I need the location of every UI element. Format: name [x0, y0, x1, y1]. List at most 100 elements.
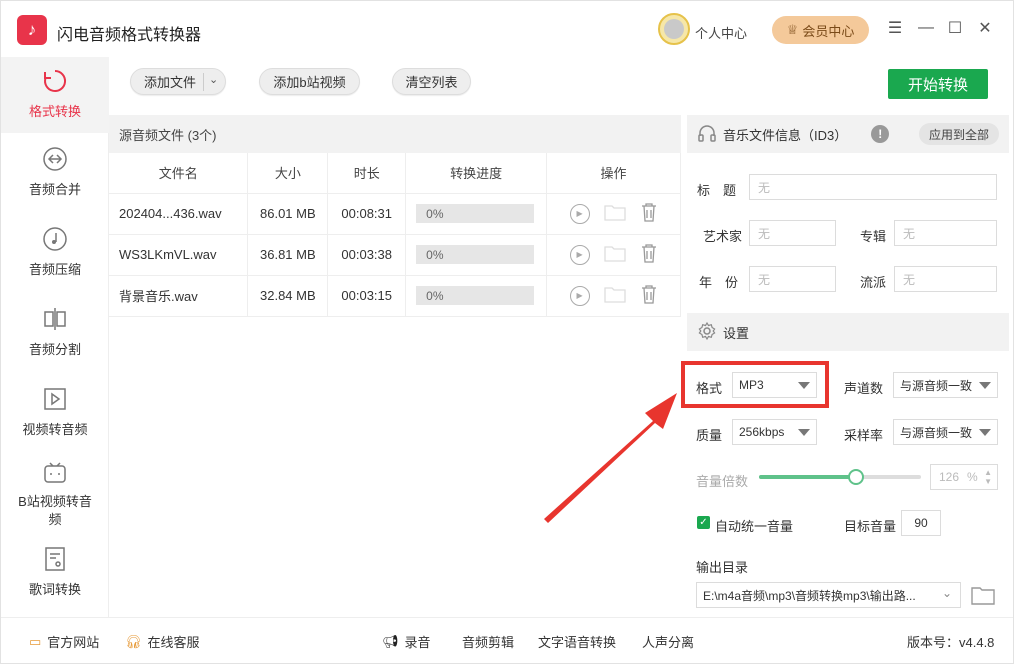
user-center-link[interactable]: 个人中心: [695, 23, 747, 42]
progress-bar: 0%: [416, 245, 535, 264]
menu-icon[interactable]: ☰: [886, 19, 904, 37]
app-title: 闪电音频格式转换器: [57, 27, 202, 44]
annotation-arrow-icon: [544, 393, 677, 523]
album-input[interactable]: 无: [894, 220, 997, 246]
close-icon[interactable]: ✕: [976, 19, 994, 37]
folder-icon[interactable]: [603, 203, 626, 224]
tts-link[interactable]: 文字语音转换: [538, 632, 616, 651]
genre-input[interactable]: 无: [894, 266, 997, 292]
sidebar-item-merge[interactable]: 音频合并: [1, 145, 109, 205]
folder-icon[interactable]: [603, 244, 626, 265]
app-logo-icon: ♪: [17, 15, 47, 45]
sidebar-item-split[interactable]: 音频分割: [1, 305, 109, 365]
file-duration: 00:03:38: [327, 234, 407, 276]
file-size: 36.81 MB: [247, 234, 329, 276]
vip-center-button[interactable]: ♕ 会员中心: [772, 16, 869, 44]
trash-icon[interactable]: [640, 284, 658, 307]
chevron-down-icon[interactable]: ⌄: [209, 73, 218, 86]
table-row[interactable]: 202404...436.wav 86.01 MB 00:08:31 0% ▶: [109, 193, 681, 235]
progress-text: 0%: [426, 288, 444, 303]
folder-open-icon[interactable]: [971, 584, 995, 609]
clear-list-button[interactable]: 清空列表: [392, 68, 471, 95]
website-link[interactable]: ▭ 官方网站: [29, 632, 99, 651]
table-row[interactable]: WS3LKmVL.wav 36.81 MB 00:03:38 0% ▶: [109, 234, 681, 276]
caret-down-icon: [798, 429, 810, 436]
play-icon[interactable]: ▶: [569, 285, 590, 306]
chevron-down-icon: ⌄: [941, 586, 952, 600]
service-link[interactable]: 🎧︎ 在线客服: [125, 632, 200, 651]
file-name: 背景音乐.wav: [109, 275, 249, 317]
format-highlight-box: [681, 361, 829, 408]
vocal-separate-link[interactable]: 人声分离: [642, 632, 694, 651]
footer: ▭ 官方网站 🎧︎ 在线客服 📢︎ 录音 音频剪辑 文字语音转换 人声分离 版本…: [1, 617, 1013, 663]
samplerate-value: 与源音频一致: [900, 425, 973, 440]
file-table: 文件名 大小 时长 转换进度 操作 202404...436.wav 86.01…: [109, 153, 681, 317]
artist-input[interactable]: 无: [749, 220, 836, 246]
vip-center-label: 会员中心: [802, 23, 855, 39]
quality-label: 质量: [696, 428, 723, 443]
play-icon[interactable]: ▶: [569, 244, 590, 265]
add-file-button[interactable]: 添加文件 ⌄: [130, 68, 226, 95]
samplerate-select[interactable]: 与源音频一致: [893, 419, 998, 445]
minimize-icon[interactable]: —: [917, 19, 935, 37]
output-label: 输出目录: [696, 560, 749, 575]
channel-label: 声道数: [844, 381, 884, 396]
settings-section-header: 设置: [687, 313, 1009, 351]
output-path-select[interactable]: E:\m4a音频\mp3\音频转换mp3\输出路... ⌄: [696, 582, 961, 608]
auto-volume-checkbox[interactable]: ✓: [697, 516, 710, 529]
sidebar-item-bilibili[interactable]: B站视频转音频: [1, 459, 109, 539]
column-header: 转换进度: [405, 153, 548, 194]
audio-edit-link[interactable]: 音频剪辑: [462, 632, 514, 651]
file-name: 202404...436.wav: [109, 193, 249, 235]
headset-icon: 🎧︎: [125, 633, 142, 649]
folder-icon[interactable]: [603, 285, 626, 306]
sidebar-item-lyrics[interactable]: 歌词转换: [1, 545, 109, 605]
spinner-icon[interactable]: ▲ ▼: [984, 468, 992, 486]
table-row[interactable]: 背景音乐.wav 32.84 MB 00:03:15 0% ▶: [109, 275, 681, 317]
file-size: 86.01 MB: [247, 193, 329, 235]
trash-icon[interactable]: [640, 243, 658, 266]
start-convert-button[interactable]: 开始转换: [888, 69, 988, 99]
sidebar-item-compress[interactable]: 音频压缩: [1, 225, 109, 285]
channel-select[interactable]: 与源音频一致: [893, 372, 998, 398]
year-input[interactable]: 无: [749, 266, 836, 292]
sidebar-item-label: 音频分割: [28, 342, 81, 357]
maximize-icon[interactable]: ☐: [946, 19, 964, 37]
split-icon: [41, 305, 69, 333]
sidebar-item-label: 格式转换: [28, 104, 81, 119]
monitor-icon: ▭: [29, 633, 42, 649]
quality-select[interactable]: 256kbps: [732, 419, 817, 445]
sidebar-item-format-convert[interactable]: 格式转换: [1, 57, 109, 133]
sidebar-item-video-to-audio[interactable]: 视频转音频: [1, 385, 109, 445]
title-label: 标 题: [697, 183, 737, 198]
output-path-value: E:\m4a音频\mp3\音频转换mp3\输出路...: [703, 588, 916, 603]
volume-slider[interactable]: [759, 469, 921, 485]
crown-icon: ♕: [786, 22, 799, 37]
progress-bar: 0%: [416, 286, 535, 305]
album-label: 专辑: [860, 229, 887, 244]
sidebar-item-label: 音频压缩: [28, 262, 81, 277]
gear-icon: [697, 321, 717, 344]
add-bilibili-button[interactable]: 添加b站视频: [259, 68, 360, 95]
column-header: 操作: [546, 153, 681, 194]
title-input[interactable]: 无: [749, 174, 997, 200]
version-text: 版本号：v4.4.8: [907, 635, 995, 650]
music-note-icon: [41, 225, 69, 253]
avatar[interactable]: [658, 13, 690, 45]
add-file-label: 添加文件: [144, 75, 197, 90]
info-icon[interactable]: !: [871, 125, 890, 143]
volume-value: 126: [939, 470, 960, 484]
trash-icon[interactable]: [640, 202, 658, 225]
sidebar-item-label: 音频合并: [28, 182, 81, 197]
volume-input[interactable]: 126 % ▲ ▼: [930, 464, 998, 490]
play-icon[interactable]: ▶: [569, 203, 590, 224]
file-list-header: 源音频文件 (3个): [109, 115, 681, 153]
file-size: 32.84 MB: [247, 275, 329, 317]
file-panel: 源音频文件 (3个) 文件名 大小 时长 转换进度 操作 202404...43…: [109, 115, 681, 617]
column-header: 大小: [247, 153, 329, 194]
sidebar-item-label: 歌词转换: [28, 582, 81, 597]
id3-title: 音乐文件信息（ID3）: [723, 127, 848, 143]
target-volume-input[interactable]: 90: [901, 510, 941, 536]
apply-all-button[interactable]: 应用到全部: [919, 123, 999, 145]
record-button[interactable]: 📢︎ 录音: [382, 632, 431, 651]
